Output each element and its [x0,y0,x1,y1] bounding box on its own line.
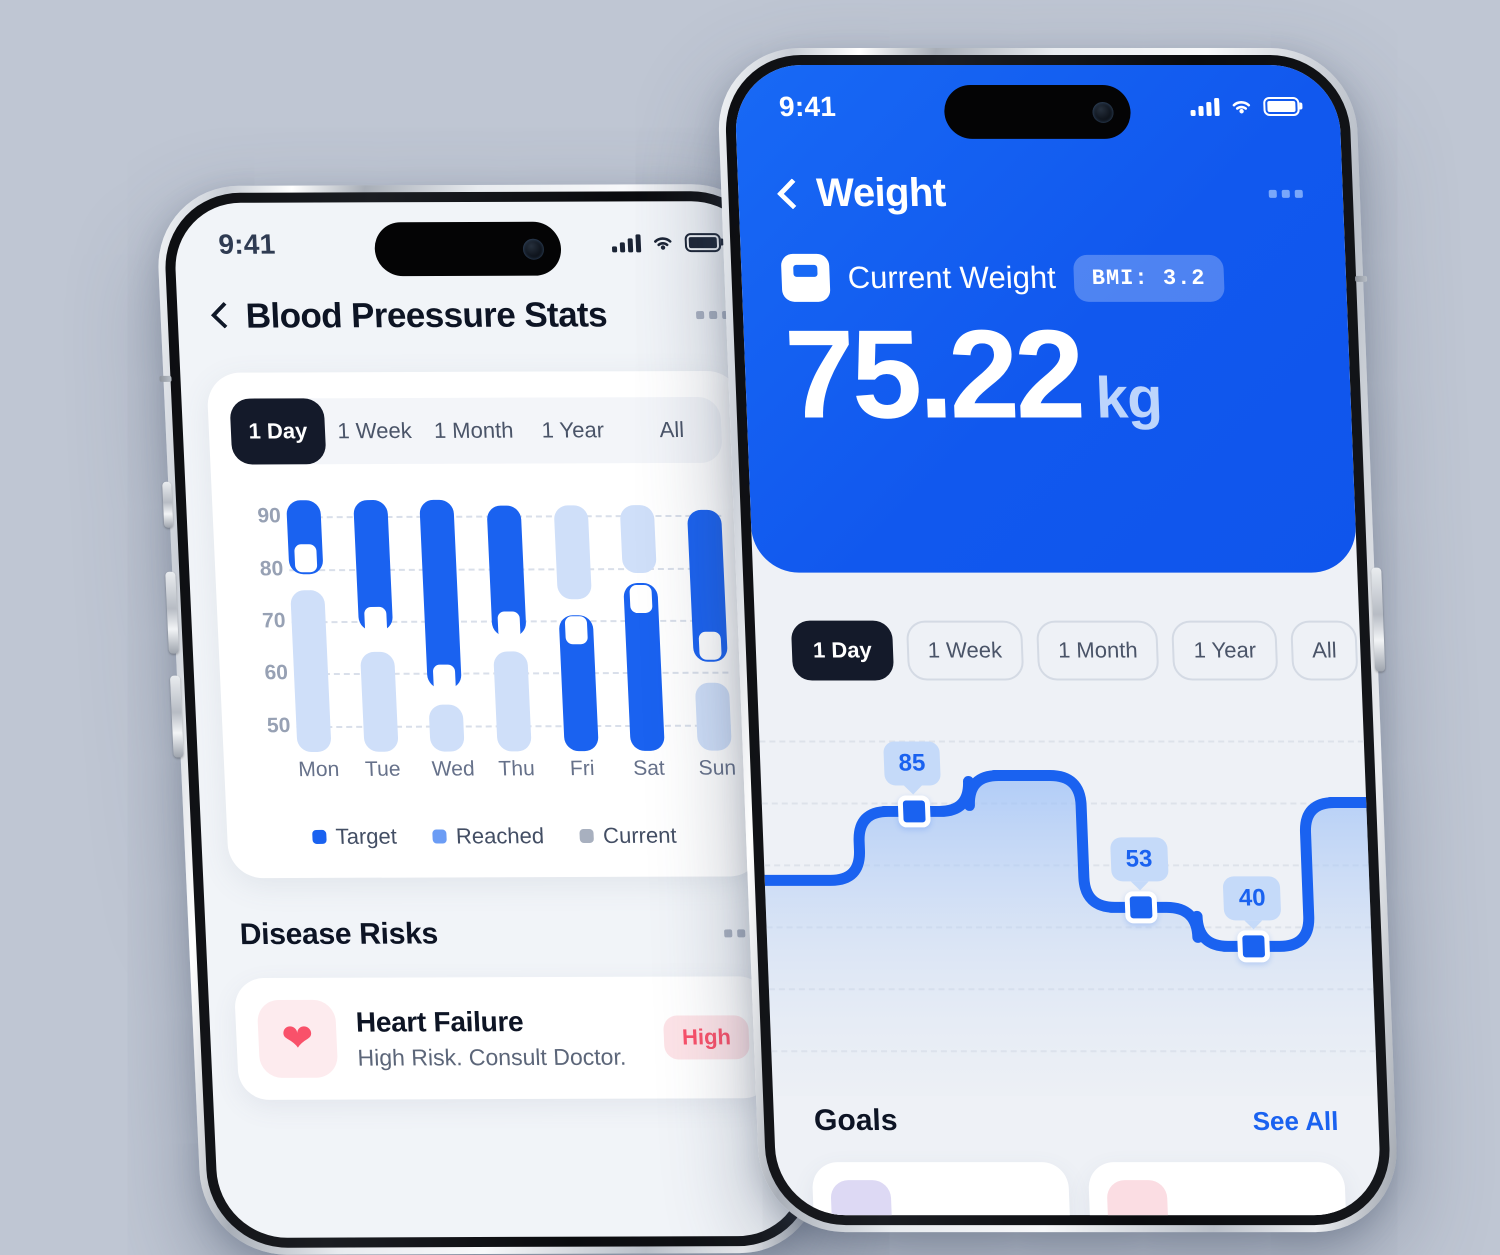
x-tick-label: Thu [497,757,536,781]
legend-swatch-reached [432,829,448,844]
risk-text-group: Heart Failure High Risk. Consult Doctor. [355,1005,645,1071]
bar-segment-reached [493,651,532,752]
list-item[interactable]: ❤ Heart Failure High Risk. Consult Docto… [233,976,774,1100]
weight-value: 75.22 [782,303,1084,445]
wifi-icon [649,233,676,252]
bar-segment-target [419,500,463,689]
battery-icon [1263,96,1300,116]
antenna-line-left [159,375,172,382]
bar-group[interactable] [352,490,399,752]
x-axis-labels: Mon Tue Wed Thu Fri Sat Sun [297,756,737,782]
bar-group[interactable] [486,490,532,752]
phone-blood-pressure: 9:41 Blood Preessure Stats 1 Day 1 Week … [154,183,824,1255]
status-time: 9:41 [217,228,277,260]
bmi-badge: BMI: 3.2 [1072,254,1225,302]
scale-icon [780,253,831,302]
y-tick-label: 70 [261,609,287,633]
range-tab-1-day[interactable]: 1 Day [229,398,327,465]
weight-unit: kg [1094,365,1163,431]
screen-weight: 9:41 Weight Current Weight BMI: 3.2 75.2… [733,64,1383,1216]
bar-segment-reached [619,504,658,573]
current-value-marker [564,616,588,645]
bar-segment-reached [428,704,466,752]
y-tick-label: 90 [256,504,282,528]
bar-segment-reached [290,589,332,753]
current-value-marker [698,631,722,660]
wifi-icon [1228,96,1255,115]
x-tick-label: Wed [431,757,476,781]
range-tab-group-left: 1 Day 1 Week 1 Month 1 Year All [229,396,723,465]
range-tab-1-month[interactable]: 1 Month [423,398,525,464]
legend-label-target: Target [335,823,398,849]
chevron-left-icon[interactable] [211,303,228,331]
y-tick-label: 60 [264,661,289,685]
current-weight-label: Current Weight [846,259,1057,295]
range-tab-1-year[interactable]: 1 Year [522,397,624,463]
dynamic-island-left [373,221,563,277]
y-axis: 90 80 70 60 50 [234,490,292,752]
status-time: 9:41 [778,90,837,122]
bar-segment-reached [694,682,732,751]
bar-group[interactable] [553,489,599,752]
cellular-signal-icon [1190,96,1220,116]
bar-group[interactable] [419,490,466,752]
legend-item-target: Target [312,824,397,850]
range-tab-1-week[interactable]: 1 Week [324,398,426,464]
bar-series-group [286,489,732,753]
bar-group[interactable] [619,489,666,751]
front-camera-icon [522,238,545,260]
disease-risks-header: Disease Risks [231,916,767,952]
nav-bar-right: Weight [737,171,1343,216]
weight-hero-content: Weight Current Weight BMI: 3.2 75.22 kg [733,65,1382,1215]
y-tick-label: 50 [266,713,291,738]
legend-item-reached: Reached [432,823,545,849]
bar-group[interactable] [286,490,332,753]
y-tick-label: 80 [259,556,284,580]
battery-icon [684,232,722,252]
current-value-marker [629,585,653,614]
legend-label-reached: Reached [455,823,545,849]
status-icons [1190,96,1300,116]
bar-segment-reached [359,652,399,752]
range-tab-all[interactable]: All [621,397,723,463]
current-value-marker [433,664,457,693]
legend-item-current: Current [579,823,677,849]
current-value-marker [294,544,318,573]
status-bar-right: 9:41 [733,65,1340,139]
chevron-left-icon[interactable] [778,178,795,208]
mockup-scene: 9:41 Blood Preessure Stats 1 Day 1 Week … [0,0,1500,1255]
legend-swatch-current [579,828,595,844]
current-value-marker [363,606,387,635]
heart-icon: ❤ [256,999,339,1078]
nav-bar-left: Blood Preessure Stats [203,295,739,337]
current-value-marker [497,611,521,640]
screen-blood-pressure: 9:41 Blood Preessure Stats 1 Day 1 Week … [172,200,807,1238]
risk-name: Heart Failure [355,1005,524,1038]
legend-swatch-target [312,829,327,844]
blood-pressure-content: Blood Preessure Stats 1 Day 1 Week 1 Mon… [173,201,807,1238]
bp-chart-card: 1 Day 1 Week 1 Month 1 Year All 90 80 70 60… [206,370,764,879]
phone-weight: 9:41 Weight Current Weight BMI: 3.2 75.2… [715,48,1400,1233]
bar-segment-reached [553,505,592,600]
x-tick-label: Tue [364,757,402,781]
page-title: Blood Preessure Stats [244,295,608,336]
current-weight-value-row: 75.22 kg [743,303,1353,445]
chart-legend: Target Reached Current [249,822,741,856]
x-tick-label: Sun [698,756,737,780]
cellular-signal-icon [611,232,642,253]
current-weight-row: Current Weight BMI: 3.2 [741,253,1347,302]
antenna-line-right [1354,275,1368,282]
page-title: Weight [815,170,947,215]
more-horizontal-icon[interactable] [1268,189,1303,198]
x-tick-label: Mon [297,757,340,782]
legend-label-current: Current [602,822,678,848]
status-badge: High [662,1015,750,1060]
x-tick-label: Sat [632,756,666,780]
status-icons [611,232,722,253]
section-title-disease-risks: Disease Risks [239,917,439,952]
blood-pressure-bar-chart: 90 80 70 60 50 Mon Tue Wed Thu Fri Sat Sun [234,489,737,781]
x-tick-label: Fri [569,757,596,781]
risk-description: High Risk. Consult Doctor. [356,1043,627,1071]
bar-group[interactable] [686,489,732,751]
